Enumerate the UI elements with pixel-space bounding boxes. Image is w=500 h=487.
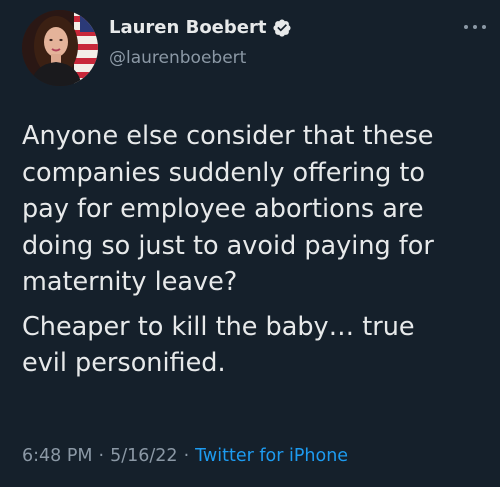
- author-name-row: Lauren Boebert: [109, 17, 292, 38]
- more-dot: [482, 25, 486, 29]
- tweet-card: Lauren Boebert @laurenboebert Anyone els…: [0, 0, 500, 487]
- more-dot: [464, 25, 468, 29]
- tweet-paragraph: Cheaper to kill the baby… true evil pers…: [22, 311, 415, 379]
- tweet-paragraph: Anyone else consider that these companie…: [22, 121, 434, 297]
- avatar-image: [22, 10, 98, 86]
- tweet-source-link[interactable]: Twitter for iPhone: [195, 446, 348, 466]
- author-handle[interactable]: @laurenboebert: [109, 48, 246, 68]
- tweet-text: Anyone else consider that these companie…: [22, 118, 492, 382]
- verified-badge-icon: [272, 18, 292, 38]
- author-display-name[interactable]: Lauren Boebert: [109, 17, 266, 38]
- more-horizontal-icon[interactable]: [464, 22, 486, 32]
- tweet-date[interactable]: 5/16/22: [110, 446, 177, 466]
- more-dot: [473, 25, 477, 29]
- tweet-meta: 6:48 PM · 5/16/22 · Twitter for iPhone: [22, 446, 348, 466]
- meta-separator: ·: [98, 446, 105, 466]
- meta-separator: ·: [183, 446, 190, 466]
- avatar[interactable]: [22, 10, 98, 86]
- tweet-time[interactable]: 6:48 PM: [22, 446, 93, 466]
